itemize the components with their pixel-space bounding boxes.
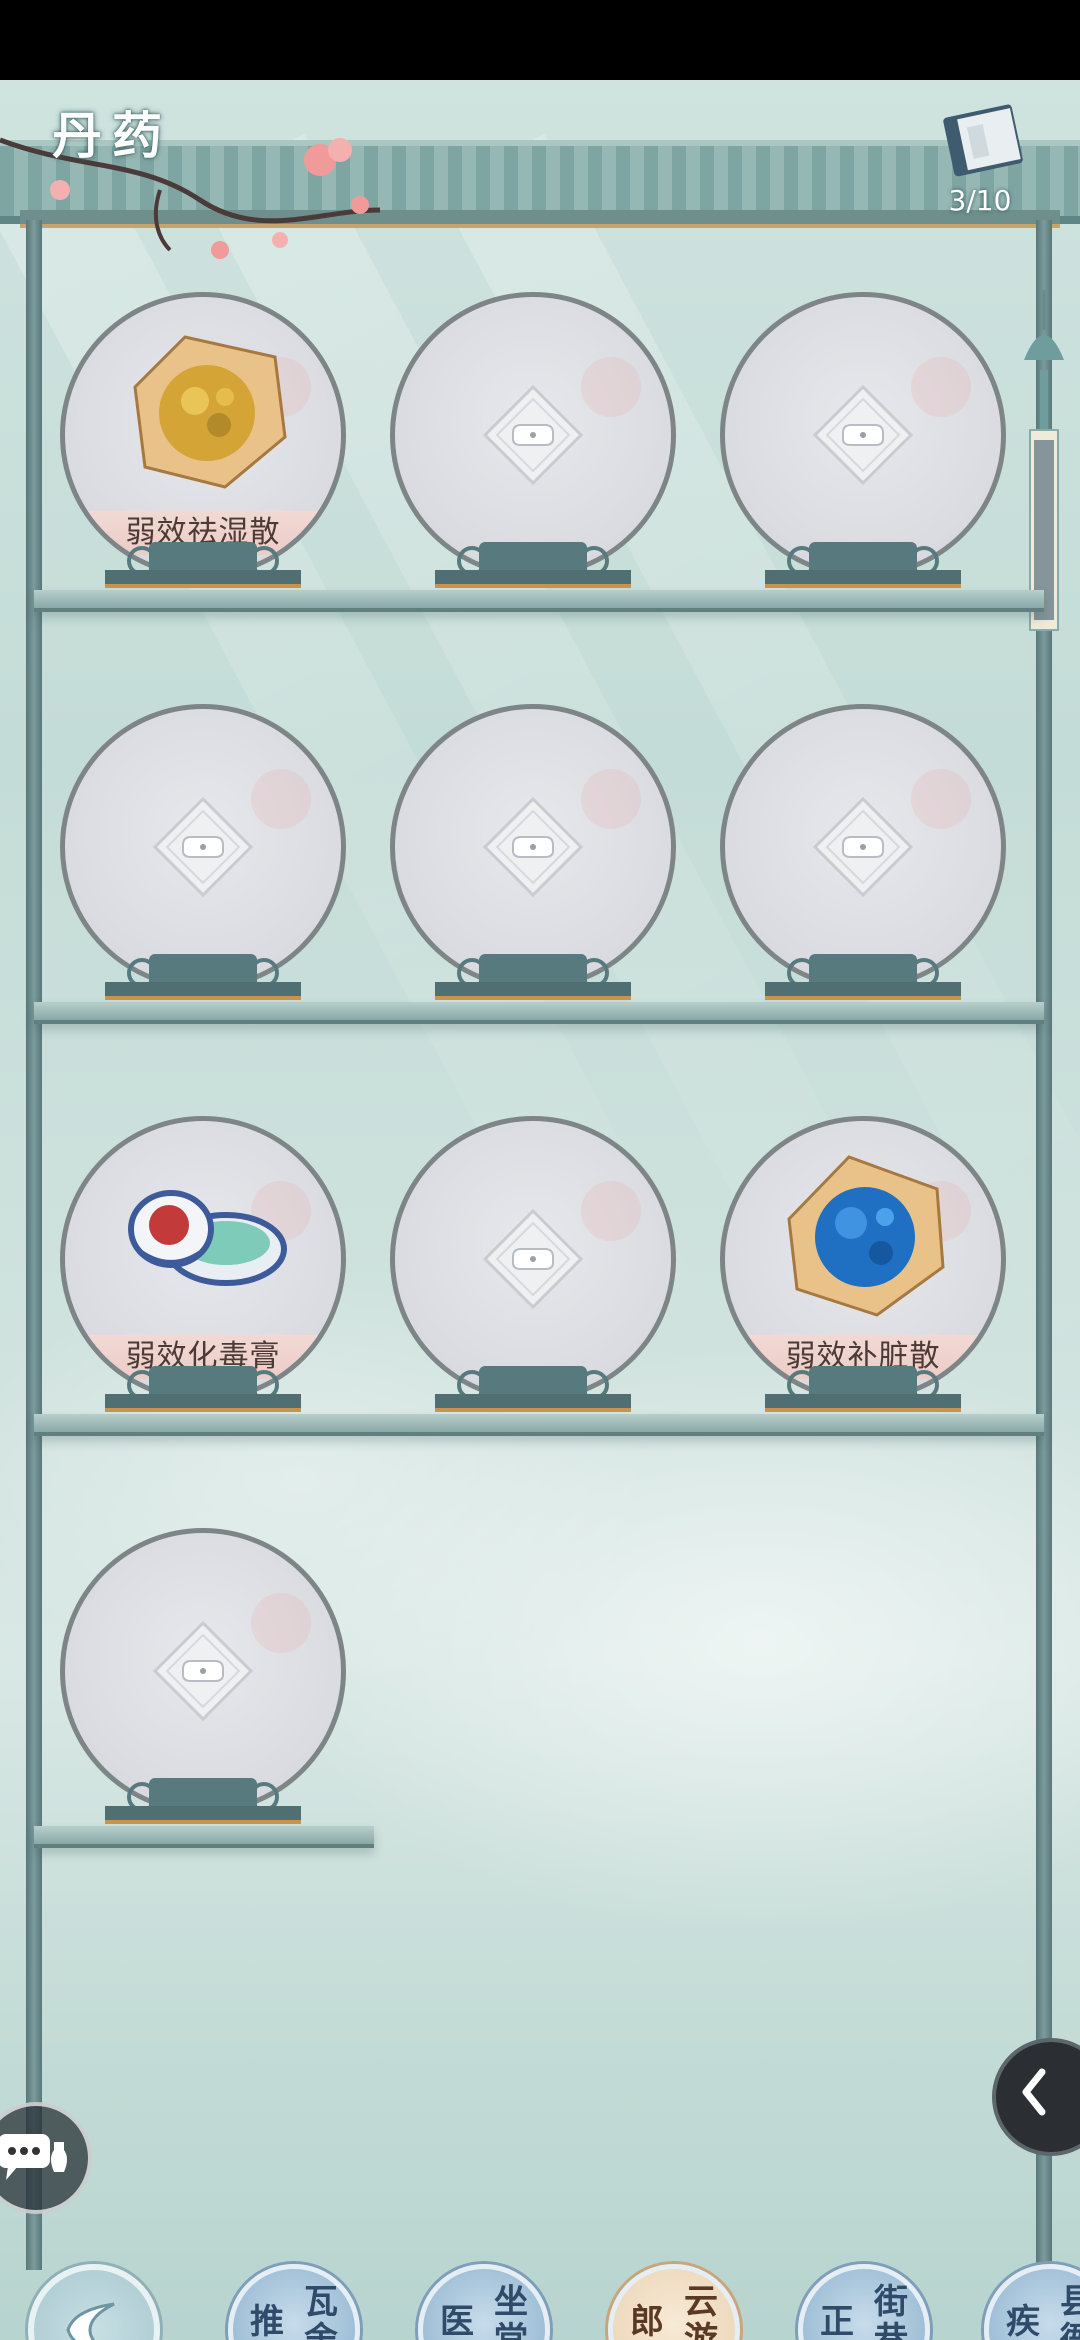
medicine-slot[interactable] — [390, 292, 676, 612]
status-bar — [0, 0, 1080, 80]
left-post — [26, 220, 42, 2270]
slot-stand — [435, 542, 631, 588]
medicine-slot[interactable] — [720, 292, 1006, 612]
slot-stand — [765, 954, 961, 1000]
nav-item-label-line1: 瓦舍 — [304, 2282, 338, 2340]
slot-disc: 弱效祛湿散 — [60, 292, 346, 578]
slot-disc: 弱效补脏散 — [720, 1116, 1006, 1402]
chat-button[interactable] — [0, 2102, 92, 2214]
collapse-panel-button[interactable] — [992, 2038, 1080, 2156]
nav-item-clinic-doctor[interactable]: 坐堂 医工 — [418, 2264, 550, 2340]
medicine-slot[interactable] — [390, 1116, 676, 1436]
slot-stand — [765, 1366, 961, 1412]
back-arrow-icon — [66, 2302, 115, 2340]
slot-disc — [60, 1528, 346, 1814]
progress-counter: 3/10 — [948, 184, 1012, 217]
slot-stand — [435, 1366, 631, 1412]
nav-item-label-line1: 云游 — [684, 2282, 718, 2340]
slot-disc — [60, 704, 346, 990]
slot-disc — [720, 292, 1006, 578]
nav-item-label-line1: 县衙 — [1060, 2282, 1080, 2340]
porcelain-ointment-jar-icon — [128, 1190, 287, 1286]
nav-item-label-line1: 坐堂 — [494, 2282, 528, 2340]
lock-icon — [483, 1209, 583, 1309]
chat-bubble-icon — [0, 2134, 67, 2180]
slot-disc — [390, 704, 676, 990]
slot-disc: 弱效化毒膏 — [60, 1116, 346, 1402]
slot-disc — [390, 292, 676, 578]
nav-item-label-line2: 郎中 — [630, 2302, 664, 2340]
nav-item-label-line2: 医工 — [440, 2302, 474, 2340]
bottom-nav: 瓦舍 推拿 坐堂 医工 云游 郎中 街巷 正骨 县衙 疾医 — [0, 2220, 1080, 2340]
nav-item-label-line1: 街巷 — [874, 2282, 908, 2340]
slot-disc — [720, 704, 1006, 990]
medicine-slot[interactable] — [390, 704, 676, 1024]
chevron-left-icon — [1022, 2068, 1046, 2116]
yellow-powder-packet-icon — [133, 335, 287, 489]
blue-powder-packet-icon — [787, 1155, 945, 1317]
lock-icon — [483, 797, 583, 897]
nav-item-wandering-doctor[interactable]: 云游 郎中 — [608, 2264, 740, 2340]
lock-icon — [153, 1621, 253, 1721]
lock-icon — [813, 385, 913, 485]
medicine-slot[interactable] — [60, 704, 346, 1024]
nav-item-label-line2: 疾医 — [1006, 2302, 1040, 2340]
slot-stand — [105, 1778, 301, 1824]
slot-stand — [105, 542, 301, 588]
nav-item-label-line2: 推拿 — [250, 2302, 284, 2340]
nav-item-street-bonesetter[interactable]: 街巷 正骨 — [798, 2264, 930, 2340]
nav-item-county-physician[interactable]: 县衙 疾医 — [984, 2264, 1080, 2340]
nav-item-wash-massage[interactable]: 瓦舍 推拿 — [228, 2264, 360, 2340]
medicine-cabinet-scene: 丹药 3/10 弱效祛湿散 弱效化毒膏 弱效补脏散 瓦舍 推 坐堂 医 云游 郎… — [0, 80, 1080, 2340]
medicine-slot[interactable] — [60, 1528, 346, 1848]
back-button[interactable] — [28, 2264, 160, 2340]
lock-icon — [483, 385, 583, 485]
nav-item-label-line2: 正骨 — [820, 2302, 854, 2340]
page-title: 丹药 — [52, 106, 172, 165]
slot-stand — [435, 954, 631, 1000]
lock-icon — [813, 797, 913, 897]
book-icon — [943, 104, 1023, 177]
slot-stand — [765, 542, 961, 588]
medicine-slot[interactable]: 弱效化毒膏 — [60, 1116, 346, 1436]
medicine-slot[interactable]: 弱效祛湿散 — [60, 292, 346, 612]
slot-disc — [390, 1116, 676, 1402]
slot-stand — [105, 954, 301, 1000]
collection-counter[interactable]: 3/10 — [920, 100, 1040, 220]
medicine-slot[interactable] — [720, 704, 1006, 1024]
medicine-slot[interactable]: 弱效补脏散 — [720, 1116, 1006, 1436]
slot-stand — [105, 1366, 301, 1412]
lock-icon — [153, 797, 253, 897]
